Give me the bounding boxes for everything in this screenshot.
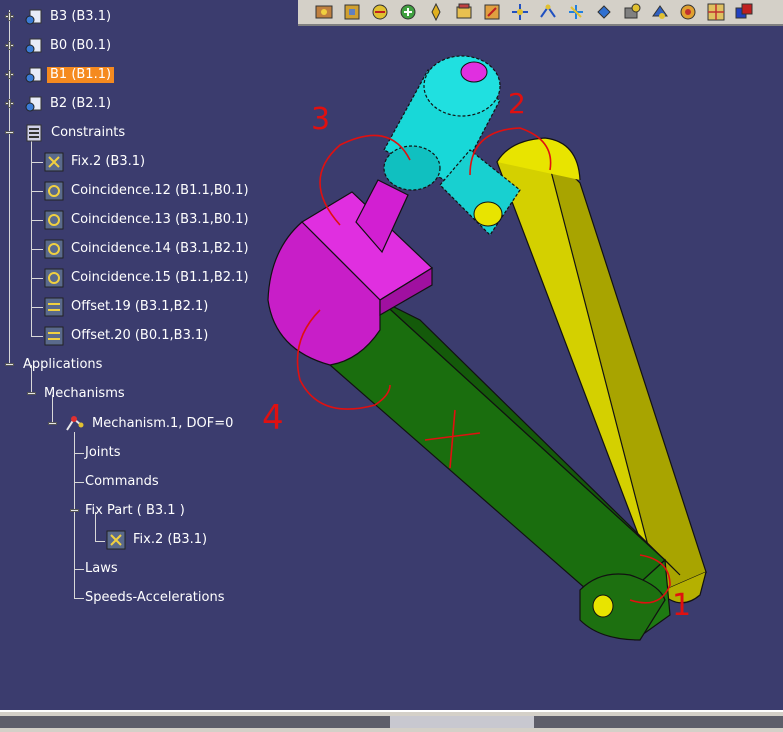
snap-2-icon[interactable]: [566, 2, 586, 22]
tree-item-fix-part[interactable]: Fix Part ( B3.1 ): [85, 503, 185, 519]
snap-icon[interactable]: [398, 2, 418, 22]
tree-item-coincidence-12[interactable]: Coincidence.12 (B1.1,B0.1): [71, 183, 249, 199]
offset-constraint-icon: [44, 326, 64, 346]
pin-icon[interactable]: [426, 2, 446, 22]
tree-item-commands[interactable]: Commands: [85, 474, 159, 490]
coincidence-constraint-icon: [44, 239, 64, 259]
tree-connector: [74, 598, 84, 599]
coincidence-constraint-icon: [44, 268, 64, 288]
tree-item-laws[interactable]: Laws: [85, 561, 118, 577]
part-icon: [25, 67, 42, 83]
fix-together-icon[interactable]: [314, 2, 334, 22]
tree-connector: [74, 453, 84, 454]
offset-constraint-icon: [44, 297, 64, 317]
annotation-label-2: 2: [508, 87, 526, 120]
tree-item-b1[interactable]: B1 (B1.1): [47, 67, 115, 83]
piston-b1-cyan[interactable]: [383, 55, 521, 236]
tree-item-mechanisms[interactable]: Mechanisms: [44, 386, 125, 402]
product-icon[interactable]: [454, 2, 474, 22]
tree-connector: [95, 541, 105, 542]
annotation-label-3: 3: [311, 102, 331, 137]
tree-connector: [31, 336, 43, 337]
tree-item-fix-2-child[interactable]: Fix.2 (B3.1): [133, 532, 207, 548]
tree-item-coincidence-15[interactable]: Coincidence.15 (B1.1,B2.1): [71, 270, 249, 286]
mechanism-icon: [66, 416, 84, 431]
tree-connector: [74, 569, 84, 570]
joint-icon[interactable]: [482, 2, 502, 22]
collapse-toggle[interactable]: [4, 359, 15, 370]
fix-constraint-icon: [106, 530, 126, 550]
tree-connector: [9, 10, 10, 366]
clash-icon[interactable]: [370, 2, 390, 22]
tree-connector: [74, 482, 84, 483]
annotation-label-1: 1: [672, 588, 692, 623]
part-icon: [25, 38, 42, 54]
exploded-icon[interactable]: [342, 2, 362, 22]
scrollbar-thumb[interactable]: [390, 716, 534, 728]
tree-connector: [31, 191, 43, 192]
tree-connector: [31, 278, 43, 279]
collapse-toggle[interactable]: [4, 127, 15, 138]
expand-toggle[interactable]: [4, 40, 15, 51]
tree-connector: [31, 162, 43, 163]
tree-connector: [31, 249, 43, 250]
tree-item-mechanism-1[interactable]: Mechanism.1, DOF=0: [92, 416, 233, 432]
move-icon[interactable]: [510, 2, 530, 22]
collapse-toggle[interactable]: [26, 388, 37, 399]
fix-constraint-icon: [44, 152, 64, 172]
axis-icon[interactable]: [734, 2, 754, 22]
rotate-icon[interactable]: [594, 2, 614, 22]
tree-item-coincidence-13[interactable]: Coincidence.13 (B3.1,B0.1): [71, 212, 249, 228]
tree-item-offset-19[interactable]: Offset.19 (B3.1,B2.1): [71, 299, 208, 315]
tree-item-offset-20[interactable]: Offset.20 (B0.1,B3.1): [71, 328, 208, 344]
tree-item-b2[interactable]: B2 (B2.1): [50, 96, 111, 112]
collapse-toggle[interactable]: [47, 418, 58, 429]
gear-icon[interactable]: [650, 2, 670, 22]
tree-connector: [31, 220, 43, 221]
sensor-icon[interactable]: [622, 2, 642, 22]
coincidence-constraint-icon: [44, 210, 64, 230]
tree-connector: [31, 307, 43, 308]
analysis-icon[interactable]: [678, 2, 698, 22]
grid-icon[interactable]: [706, 2, 726, 22]
tree-item-constraints[interactable]: Constraints: [51, 125, 125, 141]
expand-toggle[interactable]: [4, 11, 15, 22]
expand-toggle[interactable]: [4, 69, 15, 80]
part-icon: [25, 96, 42, 112]
coincidence-constraint-icon: [44, 181, 64, 201]
tree-item-b0[interactable]: B0 (B0.1): [50, 38, 111, 54]
annotation-label-4: 4: [262, 398, 284, 438]
tree-item-applications[interactable]: Applications: [23, 357, 102, 373]
3d-viewport[interactable]: 3 2 4 1 B3 (B3.1) B0 (B0.1) B1 (B1.1) B2…: [0, 0, 783, 710]
tree-item-coincidence-14[interactable]: Coincidence.14 (B3.1,B2.1): [71, 241, 249, 257]
constraints-icon: [26, 124, 42, 142]
manipulate-icon[interactable]: [538, 2, 558, 22]
tree-item-joints[interactable]: Joints: [85, 445, 121, 461]
part-icon: [25, 9, 42, 25]
expand-toggle[interactable]: [4, 98, 15, 109]
tree-item-fix-2[interactable]: Fix.2 (B3.1): [71, 154, 145, 170]
tree-item-speeds-accelerations[interactable]: Speeds-Accelerations: [85, 590, 224, 606]
tree-item-b3[interactable]: B3 (B3.1): [50, 9, 111, 25]
dmu-kinematics-toolbar: [298, 0, 783, 26]
collapse-toggle[interactable]: [69, 505, 80, 516]
